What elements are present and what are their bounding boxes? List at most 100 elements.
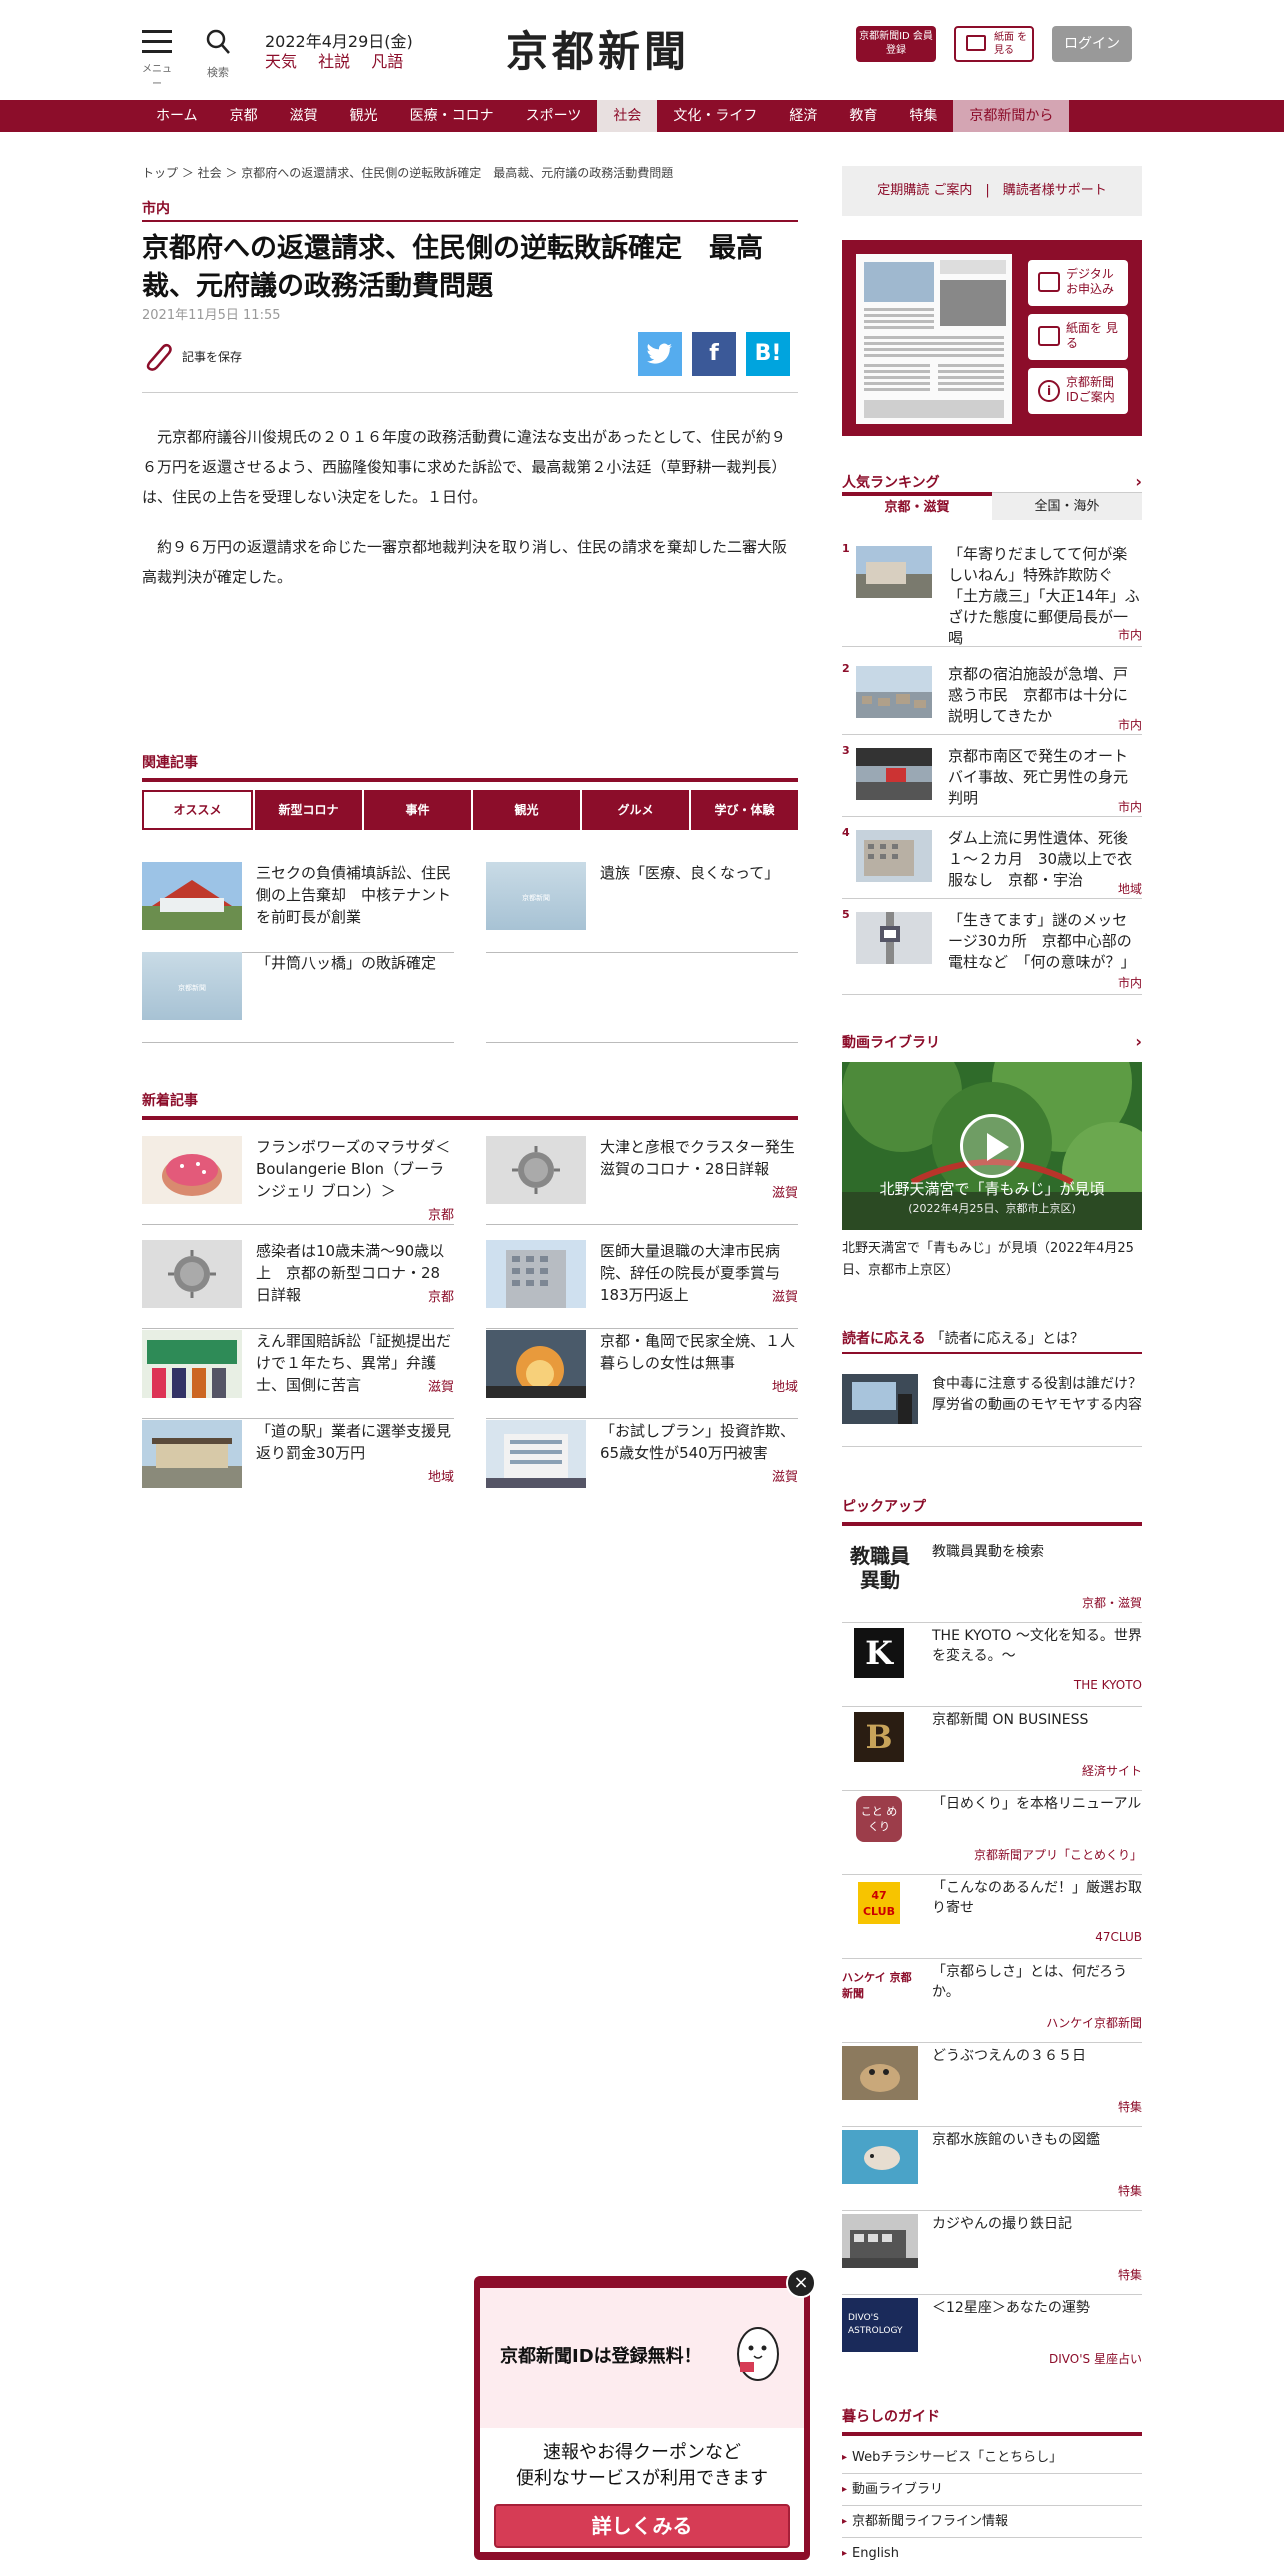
guide-link[interactable]: English — [842, 2538, 1142, 2568]
video-overlay-subtitle: (2022年4月25日、京都市上京区) — [908, 1202, 1076, 1215]
pickup-item[interactable]: 47 CLUB 「こんなのあるんだ！」厳選お取り寄せ 47CLUB — [842, 1878, 1142, 1960]
close-icon[interactable]: × — [786, 2268, 816, 2298]
popup-details-button[interactable]: 詳しくみる — [494, 2504, 790, 2548]
pickup-item[interactable]: どうぶつえんの３６５日 特集 — [842, 2046, 1142, 2128]
tab-osusume[interactable]: オススメ — [142, 790, 253, 830]
view-paper-side-button[interactable]: 紙面を 見る — [1028, 314, 1128, 360]
pickup-item[interactable]: DIVO'S ASTROLOGY ＜12星座＞あなたの運勢 DIVO'S 星座占… — [842, 2298, 1142, 2380]
ranking-item[interactable]: 4 ダム上流に男性遺体、死後１～２カ月 30歳以上で衣服なし 京都・宇治 地域 — [842, 826, 1142, 899]
pickup-tag: 経済サイト — [1081, 1764, 1142, 1778]
breadcrumb[interactable]: トップ ＞ 社会 ＞ 京都府への返還請求、住民側の逆転敗訴確定 最高裁、元府議の… — [142, 164, 673, 181]
nav-iryo[interactable]: 医療・コロナ — [394, 100, 510, 132]
new-article-item[interactable]: 「お試しプラン」投資詐欺、65歳女性が540万円被害 滋賀 — [486, 1420, 798, 1510]
nav-kyoiku[interactable]: 教育 — [833, 100, 893, 132]
related-item[interactable]: 京都新聞 遺族「医療、良くなって」 — [486, 862, 798, 954]
related-thumbnail: 京都新聞 — [142, 952, 242, 1020]
video-heading[interactable]: 動画ライブラリ › — [842, 1032, 1142, 1052]
nav-sports[interactable]: スポーツ — [510, 100, 598, 132]
nav-shakai[interactable]: 社会 — [597, 100, 658, 132]
new-article-item[interactable]: えん罪国賠訴訟「証拠提出だけで１年たち、異常」弁護士、国側に苦言 滋賀 — [142, 1330, 454, 1420]
video-overlay-title: 北野天満宮で「青もみじ」が見頃 — [879, 1180, 1105, 1198]
related-item[interactable]: 京都新聞 「井筒八ッ橋」の敗訴確定 — [142, 952, 454, 1044]
tab-kyoto-shiga[interactable]: 京都・滋賀 — [842, 492, 992, 520]
new-article-item[interactable]: 「道の駅」業者に選挙支援見返り罰金30万円 地域 — [142, 1420, 454, 1510]
guide-link[interactable]: 動画ライブラリ — [842, 2474, 1142, 2506]
ranking-thumbnail — [856, 912, 932, 964]
nav-kanko[interactable]: 観光 — [334, 100, 394, 132]
editorial-link[interactable]: 社説 — [318, 52, 350, 71]
tab-manabi[interactable]: 学び・体験 — [691, 790, 798, 830]
new-article-item[interactable]: 感染者は10歳未満～90歳以上 京都の新型コロナ・28日詳報 京都 — [142, 1240, 454, 1330]
pickup-title: カジやんの撮り鉄日記 — [932, 2216, 1072, 2232]
tab-jiken[interactable]: 事件 — [364, 790, 471, 830]
facebook-share-button[interactable]: f — [692, 332, 736, 376]
new-article-item[interactable]: 大津と彦根でクラスター発生 滋賀のコロナ・28日詳報 滋賀 — [486, 1136, 810, 1226]
pickup-tag: 特集 — [1117, 2268, 1142, 2282]
ranking-heading[interactable]: 人気ランキング › — [842, 472, 1142, 492]
pickup-item[interactable]: 教職員異動 教職員異動を検索 京都・滋賀 — [842, 1542, 1142, 1624]
pickup-item[interactable]: B 京都新聞 ON BUSINESS 経済サイト — [842, 1710, 1142, 1792]
nav-home[interactable]: ホーム — [140, 100, 214, 132]
id-info-button[interactable]: i 京都新聞 IDご案内 — [1028, 368, 1128, 414]
nav-tokushu[interactable]: 特集 — [893, 100, 953, 132]
on-business-logo: B — [854, 1712, 904, 1762]
new-article-tag: 地域 — [771, 1380, 798, 1395]
search-button[interactable]: 検索 — [200, 28, 236, 79]
tab-covid[interactable]: 新型コロナ — [255, 790, 362, 830]
related-title: 「井筒八ッ橋」の敗訴確定 — [256, 954, 437, 972]
ranking-tag: 市内 — [1117, 628, 1142, 642]
new-article-item[interactable]: フランボワーズのマラサダ＜Boulangerie Blon（ブーランジェリ ブロ… — [142, 1136, 454, 1226]
pickup-tag: 京都新聞アプリ「ことめくり」 — [973, 1848, 1142, 1862]
search-icon — [206, 29, 230, 54]
tab-kanko[interactable]: 観光 — [473, 790, 580, 830]
id-register-popup: 京都新聞IDは登録無料！ 速報やお得クーポンなど 便利なサービスが利用できます … — [474, 2276, 810, 2560]
newspaper-icon — [966, 35, 986, 51]
ranking-item[interactable]: 1 「年寄りだましてて何が楽しいねん」特殊詐欺防ぐ「土方歳三」「大正14年」ふざ… — [842, 542, 1142, 647]
hatena-share-button[interactable]: B! — [746, 332, 790, 376]
hankei-logo: ハンケイ 京都新聞 — [842, 1971, 912, 2000]
guide-link[interactable]: Webチラシサービス「ことちらし」 — [842, 2442, 1142, 2474]
tab-gourmet[interactable]: グルメ — [582, 790, 689, 830]
nav-kyoto[interactable]: 京都 — [214, 100, 274, 132]
reader-item[interactable]: 食中毒に注意する役割は誰だけ？ 厚労省の動画のモヤモヤする内容 — [842, 1374, 1156, 1447]
pickup-item[interactable]: こと めくり 「日めくり」を本格リニューアル 京都新聞アプリ「ことめくり」 — [842, 1794, 1142, 1876]
twitter-share-button[interactable] — [638, 332, 682, 376]
nav-keizai[interactable]: 経済 — [773, 100, 833, 132]
ranking-item[interactable]: 2 京都の宿泊施設が急増、戸惑う市民 京都市は十分に説明してきたか 市内 — [842, 662, 1142, 735]
site-logo[interactable]: 京都新聞 — [506, 18, 690, 79]
ranking-item[interactable]: 5 「生きてます」謎のメッセージ30カ所 京都中心部の電柱など 「何の意味が？」… — [842, 908, 1142, 995]
nav-bunka[interactable]: 文化・ライフ — [657, 100, 773, 132]
nav-shiga[interactable]: 滋賀 — [274, 100, 334, 132]
bongo-link[interactable]: 凡語 — [371, 52, 403, 71]
digital-subscribe-button[interactable]: デジタル お申込み — [1028, 260, 1128, 306]
pickup-title: ＜12星座＞あなたの運勢 — [932, 2300, 1090, 2316]
pickup-item[interactable]: K THE KYOTO ～文化を知る。世界を変える。～ THE KYOTO — [842, 1626, 1142, 1708]
id-register-button[interactable]: 京都新聞ID 会員登録 — [856, 26, 936, 62]
pickup-item[interactable]: ハンケイ 京都新聞 「京都らしさ」とは、何だろうか。 ハンケイ京都新聞 — [842, 1962, 1142, 2044]
related-item[interactable]: 三セクの負債補填訴訟、住民側の上告棄却 中核テナントを前町長が創業 — [142, 862, 454, 954]
new-article-item[interactable]: 京都・亀岡で民家全焼、１人暮らしの女性は無事 地域 — [486, 1330, 798, 1420]
pickup-tag: DIVO'S 星座占い — [1049, 2352, 1142, 2366]
menu-button[interactable]: メニュー — [140, 30, 174, 90]
ranking-title: 「年寄りだましてて何が楽しいねん」特殊詐欺防ぐ「土方歳三」「大正14年」ふざけた… — [948, 545, 1140, 647]
weather-link[interactable]: 天気 — [265, 52, 297, 71]
ranking-tag: 市内 — [1117, 976, 1142, 990]
video-caption[interactable]: 北野天満宮で「青もみじ」が見頃（2022年4月25日、京都市上京区） — [842, 1238, 1142, 1282]
pickup-item[interactable]: 京都水族館のいきもの図鑑 特集 — [842, 2130, 1142, 2212]
reader-heading[interactable]: 読者に応える 「読者に応える」とは？ — [842, 1328, 1142, 1354]
device-icon — [1038, 272, 1060, 292]
play-icon[interactable] — [960, 1114, 1024, 1178]
newspaper-front-page[interactable] — [856, 254, 1012, 424]
view-paper-button[interactable]: 紙面 を見る — [954, 26, 1034, 62]
tab-national[interactable]: 全国・海外 — [992, 492, 1142, 520]
login-button[interactable]: ログイン — [1052, 26, 1132, 62]
new-article-title: 「道の駅」業者に選挙支援見返り罰金30万円 — [256, 1422, 452, 1462]
guide-link[interactable]: 京都新聞ライフライン情報 — [842, 2506, 1142, 2538]
pickup-item[interactable]: カジやんの撮り鉄日記 特集 — [842, 2214, 1142, 2296]
video-player[interactable]: 北野天満宮で「青もみじ」が見頃 (2022年4月25日、京都市上京区) — [842, 1062, 1142, 1230]
ranking-item[interactable]: 3 京都市南区で発生のオートバイ事故、死亡男性の身元判明 市内 — [842, 744, 1142, 817]
info-icon: i — [1038, 380, 1060, 402]
subscription-links[interactable]: 定期購読 ご案内 | 購読者様サポート — [842, 166, 1142, 216]
new-article-item[interactable]: 医師大量退職の大津市民病院、辞任の院長が夏季賞与183万円返上 滋賀 — [486, 1240, 798, 1330]
nav-kyoto-np[interactable]: 京都新聞から — [953, 100, 1070, 132]
